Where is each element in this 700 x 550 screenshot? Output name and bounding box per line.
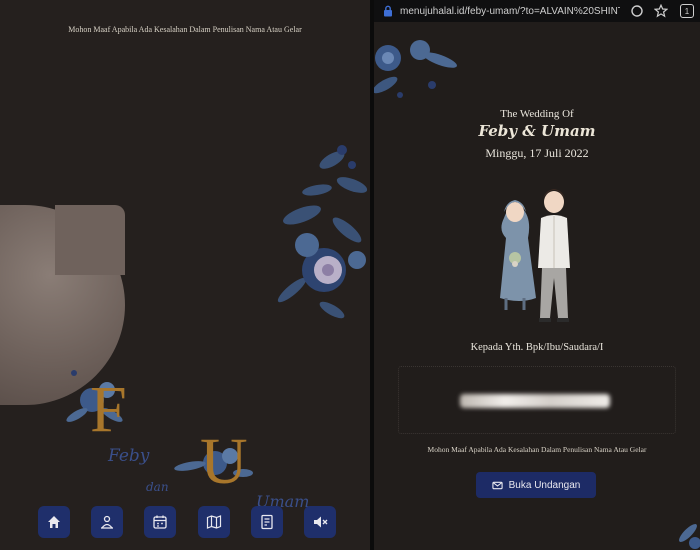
couple-name: Feby & Umam [478,122,596,140]
map-icon [206,515,221,529]
mute-icon [313,516,328,528]
cover-panel: Mohon Maaf Apabila Ada Kesalahan Dalam P… [0,0,370,550]
invitation-panel: menujuhalal.id/feby-umam/?to=ALVAIN%20SH… [374,0,700,550]
url-text[interactable]: menujuhalal.id/feby-umam/?to=ALVAIN%20SH… [400,6,620,17]
floral-decoration-corner [679,524,700,549]
recipient-label: Kepada Yth. Bpk/Ibu/Saudara/I [470,342,604,353]
monogram-first-letter: F [90,373,127,446]
nav-audio-toggle[interactable] [303,506,336,538]
open-invitation-button[interactable]: Buka Undangan [476,472,596,498]
couple-icon [101,515,114,529]
bookmark-star-icon[interactable] [654,4,668,18]
nav-event-button[interactable] [144,506,177,538]
open-invitation-label: Buka Undangan [508,479,581,491]
guestbook-icon [261,514,273,530]
name-notice: Mohon Maaf Apabila Ada Kesalahan Dalam P… [68,25,302,34]
lock-icon [384,5,392,17]
floral-decoration-top [374,40,458,98]
floral-decoration-right [277,145,368,319]
home-icon [48,516,60,528]
name-notice: Mohon Maaf Apabila Ada Kesalahan Dalam P… [427,445,647,454]
conjunction: dan [146,480,169,494]
nav-home-button[interactable] [38,506,70,538]
nav-guestbook-button[interactable] [250,506,283,538]
browser-address-bar[interactable]: menujuhalal.id/feby-umam/?to=ALVAIN%20SH… [374,0,700,22]
bottom-navigation [38,506,336,546]
couple-illustration [500,189,570,322]
envelope-icon [491,481,503,489]
calendar-icon [153,515,168,529]
invitation-subtitle: The Wedding Of [500,108,574,120]
nav-couple-button[interactable] [91,506,124,538]
reload-icon[interactable] [630,4,644,18]
guest-name-redacted [460,394,610,408]
nav-map-button[interactable] [197,506,230,538]
monogram-second-letter: U [200,425,248,498]
wedding-date: Minggu, 17 Juli 2022 [485,146,589,160]
bride-name: Feby [108,446,150,466]
tab-switcher-button[interactable]: 1 [680,4,694,18]
